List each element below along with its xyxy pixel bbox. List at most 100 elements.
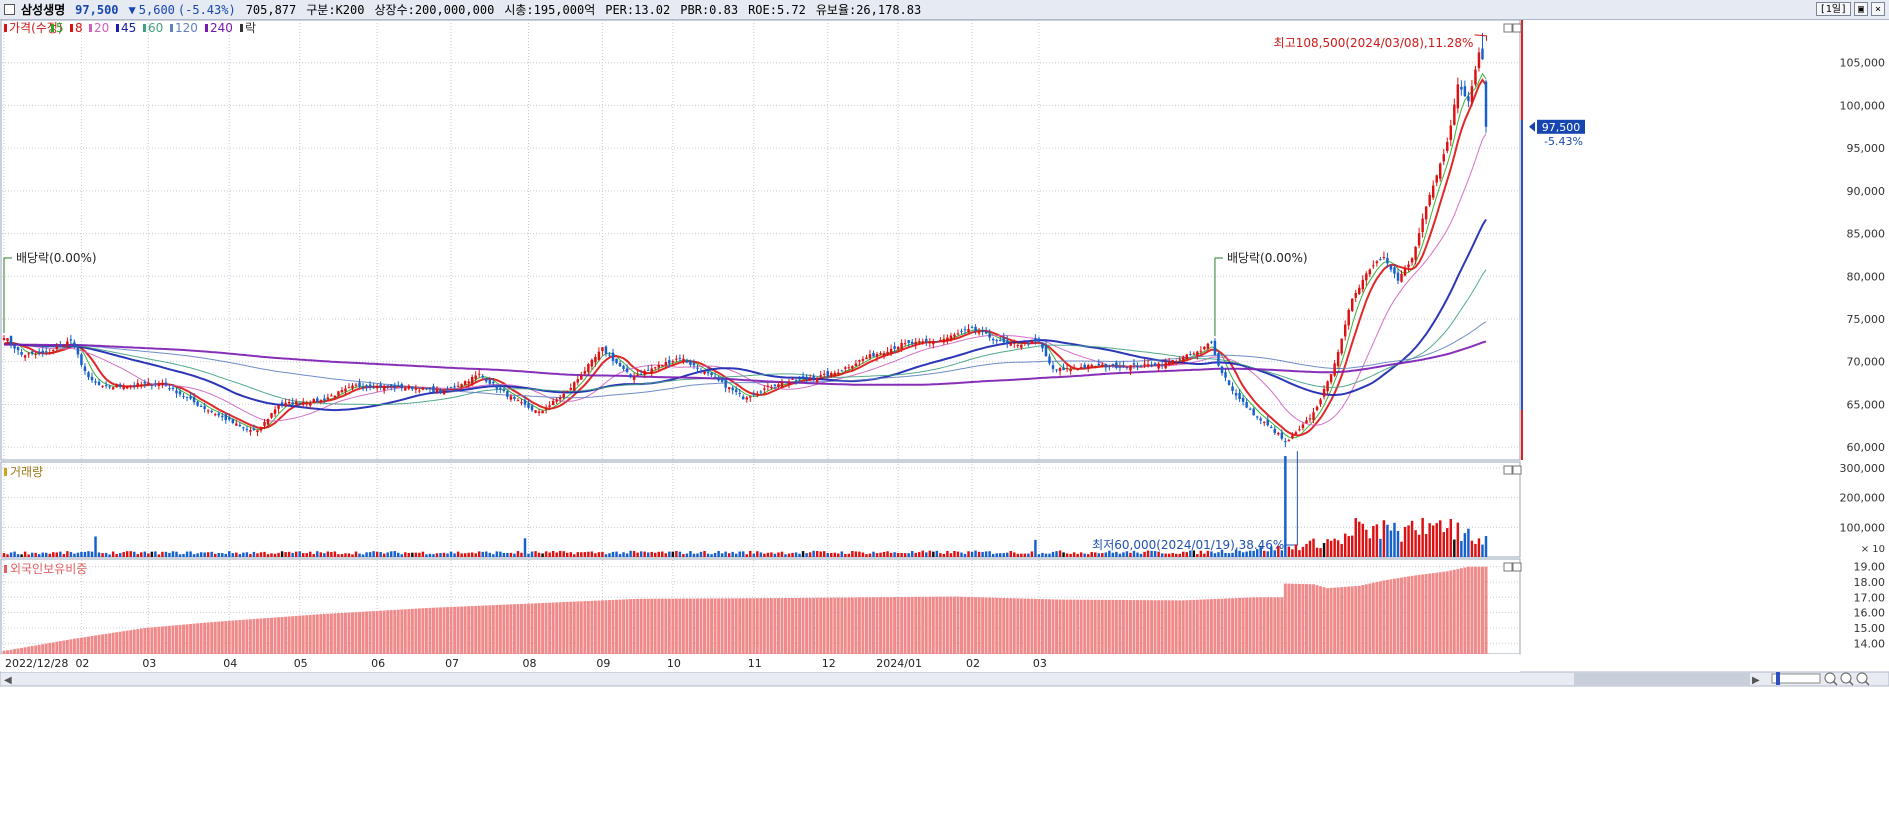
foreign-bar: [467, 606, 471, 654]
volume-bar: [45, 552, 48, 557]
foreign-bar: [766, 598, 770, 654]
candle-body: [977, 332, 981, 334]
foreign-bar: [1114, 599, 1118, 654]
foreign-bar: [977, 597, 981, 654]
foreign-bar: [1058, 599, 1062, 654]
foreign-bar: [386, 610, 390, 654]
candle-body: [664, 362, 668, 366]
volume-bar: [502, 552, 506, 557]
foreign-bar: [248, 619, 252, 654]
candle-body: [446, 389, 449, 391]
volume-bar: [534, 551, 537, 557]
candle-body: [266, 419, 270, 425]
candle-body: [337, 391, 340, 396]
candle-body: [685, 360, 689, 363]
candle-body: [1090, 365, 1093, 367]
candle-body: [661, 365, 664, 367]
volume-bar: [175, 551, 178, 557]
foreign-bar: [1069, 599, 1073, 654]
candle-body: [1013, 342, 1016, 344]
candle-body: [1115, 362, 1118, 368]
candle-body: [62, 345, 66, 347]
volume-bar: [182, 553, 185, 557]
volume-bar: [66, 551, 69, 557]
foreign-bar: [1477, 566, 1481, 654]
volume-bar: [900, 552, 903, 557]
volume-bar: [844, 553, 847, 557]
foreign-bar: [889, 597, 893, 654]
window-menu-icon[interactable]: [4, 4, 15, 15]
volume-bar: [632, 551, 636, 557]
volume-bar: [706, 553, 710, 557]
candle-body: [1125, 366, 1129, 368]
volume-bar: [1477, 538, 1481, 557]
foreign-bar: [403, 609, 407, 654]
volume-bar: [1203, 553, 1206, 557]
volume-bar: [351, 554, 354, 557]
foreign-bar: [1259, 597, 1263, 654]
volume-bar: [435, 553, 439, 557]
volume-bar: [287, 551, 291, 557]
candle-body: [1157, 363, 1160, 369]
candle-body: [580, 375, 583, 380]
volume-bar: [1238, 550, 1241, 557]
volume-bar: [576, 552, 580, 557]
volume-bar: [794, 552, 798, 557]
volume-bar: [805, 553, 808, 557]
volume-bar: [235, 552, 238, 557]
stock-chart[interactable]: 60,000 65,000 70,000 75,000 80,000 85,000 90,0…: [0, 20, 1889, 826]
candle-body: [1245, 402, 1248, 408]
volume-bar: [1143, 551, 1146, 557]
volume-bar: [361, 554, 365, 557]
candle-body: [1020, 344, 1023, 348]
volume-bar: [52, 552, 55, 557]
volume-bar: [1122, 552, 1125, 557]
foreign-bar: [139, 628, 143, 654]
foreign-bar: [784, 598, 787, 654]
candle-body: [344, 388, 347, 392]
foreign-bar: [182, 624, 186, 654]
volume-bar: [710, 554, 713, 557]
volume-bar: [1361, 523, 1365, 557]
candle-body: [456, 385, 460, 387]
candle-body: [808, 378, 812, 381]
foreign-bar: [1171, 600, 1175, 654]
close-icon[interactable]: ×: [1870, 2, 1885, 16]
foreign-bar: [234, 620, 238, 654]
dividend-label: 배당락(0.00%): [16, 251, 97, 265]
maximize-icon[interactable]: ▣: [1853, 2, 1868, 16]
volume-bar: [551, 551, 555, 557]
foreign-bar: [108, 633, 112, 654]
foreign-bar: [488, 605, 492, 654]
volume-bar: [1340, 543, 1343, 557]
roe-value: ROE:5.72: [748, 2, 806, 17]
volume-bar: [266, 554, 270, 557]
candle-body: [1365, 273, 1368, 281]
volume-bar: [231, 553, 235, 557]
candle-body: [277, 405, 280, 409]
foreign-bar: [203, 622, 207, 654]
volume-bar: [1023, 553, 1027, 557]
candle-body: [928, 341, 932, 344]
volume-bar: [185, 551, 189, 557]
period-selector[interactable]: [1일]: [1815, 2, 1851, 16]
candle-body: [108, 386, 111, 388]
foreign-bar: [907, 596, 911, 654]
foreign-bar: [1389, 579, 1393, 654]
volume-bar: [520, 552, 523, 557]
volume-bar: [854, 551, 858, 557]
foreign-bar: [1231, 598, 1235, 654]
candle-body: [1280, 432, 1284, 439]
candle-body: [1199, 350, 1203, 352]
price-tick-label: 100,000: [1840, 99, 1886, 112]
candle-body: [970, 327, 974, 329]
candle-body: [228, 417, 231, 420]
volume-bar: [1167, 553, 1171, 557]
foreign-bar: [76, 638, 80, 654]
volume-bar: [1470, 540, 1474, 557]
foreign-bar: [516, 604, 520, 654]
volume-bar: [118, 553, 122, 557]
foreign-bar: [555, 602, 559, 654]
volume-bar: [477, 551, 481, 557]
foreign-bar: [1044, 599, 1048, 654]
